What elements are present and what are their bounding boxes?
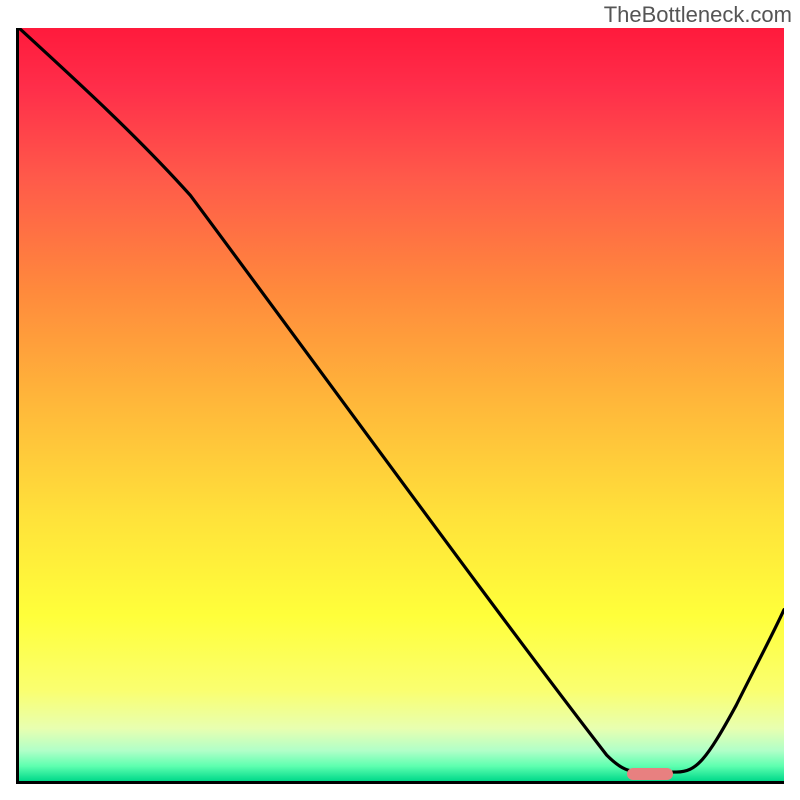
- chart-line-overlay: [19, 28, 784, 781]
- watermark-text: TheBottleneck.com: [604, 2, 792, 28]
- optimal-range-marker: [627, 768, 673, 780]
- chart-curve: [19, 28, 784, 772]
- chart-plot-area: [16, 28, 784, 784]
